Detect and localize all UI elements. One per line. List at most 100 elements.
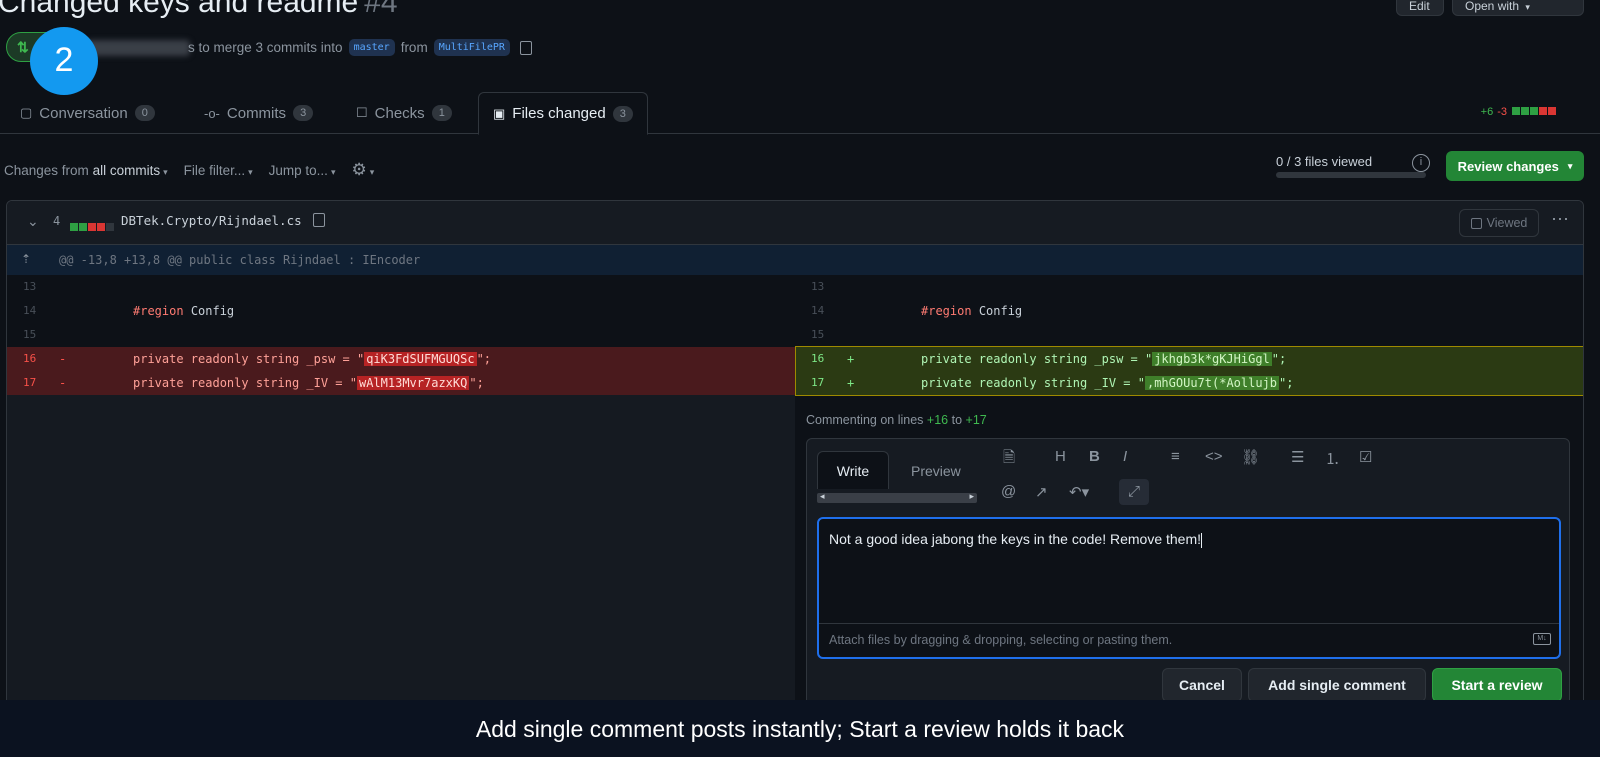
file-change-count: 4 bbox=[53, 214, 61, 228]
line-selection-highlight bbox=[795, 346, 1583, 396]
file-filter-label: File filter... bbox=[183, 162, 246, 178]
tab-commits[interactable]: -o- Commits 3 bbox=[190, 92, 327, 134]
region-keyword: #region bbox=[921, 304, 972, 318]
step-badge: 2 bbox=[30, 27, 98, 95]
code-icon[interactable]: <> bbox=[1205, 448, 1223, 465]
chevron-down-icon: ▾ bbox=[369, 167, 375, 177]
link-icon[interactable]: ⛓ bbox=[1241, 448, 1260, 466]
merge-text: s to merge 3 commits into bbox=[188, 40, 343, 55]
pr-title: Changed keys and readme #4 bbox=[0, 0, 398, 20]
pull-request-icon: ⇅ bbox=[17, 39, 29, 55]
file-diffstat-bars bbox=[69, 218, 114, 236]
italic-icon[interactable]: I bbox=[1123, 448, 1127, 465]
diff-line-right: 15 bbox=[795, 323, 1583, 347]
collapse-chevron-icon[interactable]: ⌄ bbox=[27, 213, 39, 230]
review-changes-label: Review changes bbox=[1457, 158, 1559, 174]
files-toolbar: Changes from all commits ▾ File filter...… bbox=[4, 160, 374, 180]
file-name[interactable]: DBTek.Crypto/Rijndael.cs bbox=[121, 213, 302, 228]
cancel-button[interactable]: Cancel bbox=[1162, 668, 1242, 702]
scroll-left-icon[interactable]: ◂ bbox=[820, 491, 825, 502]
tab-checks[interactable]: ☐ Checks 1 bbox=[342, 92, 466, 134]
settings-select[interactable]: ⚙ ▾ bbox=[351, 160, 374, 180]
add-single-comment-button[interactable]: Add single comment bbox=[1248, 668, 1426, 702]
quote-icon[interactable]: ≡ bbox=[1171, 448, 1180, 465]
bold-icon[interactable]: B bbox=[1089, 448, 1100, 465]
heading-file-icon[interactable]: 🗎 bbox=[1003, 447, 1015, 472]
line-number[interactable]: 13 bbox=[23, 280, 59, 293]
attach-hint[interactable]: Attach files by dragging & dropping, sel… bbox=[829, 633, 1172, 647]
diffstat: +6 -3 bbox=[1481, 106, 1556, 118]
expand-up-icon[interactable]: ⇡ bbox=[21, 252, 31, 266]
base-branch[interactable]: master bbox=[348, 39, 395, 56]
markdown-icon[interactable]: M↓ bbox=[1533, 633, 1551, 645]
code-text: private readonly string _psw = " bbox=[133, 352, 365, 366]
review-changes-button[interactable]: Review changes ▾ bbox=[1446, 151, 1584, 181]
info-icon[interactable]: i bbox=[1412, 154, 1430, 172]
code-text: Config bbox=[190, 304, 235, 318]
line-number[interactable]: 17 bbox=[23, 376, 59, 389]
diff-sign: - bbox=[59, 352, 67, 366]
line-number[interactable]: 15 bbox=[811, 328, 847, 341]
tab-files-changed[interactable]: ▣ Files changed 3 bbox=[478, 92, 648, 135]
checklist-icon: ☐ bbox=[356, 105, 368, 120]
heading-icon[interactable]: H bbox=[1055, 448, 1066, 465]
open-with-button[interactable]: Open with ▾ bbox=[1452, 0, 1584, 16]
changes-value: all commits bbox=[92, 162, 161, 178]
tab-count: 3 bbox=[612, 105, 633, 122]
to-text: to bbox=[951, 413, 963, 427]
numbered-list-icon[interactable]: ⒈ bbox=[1325, 448, 1340, 469]
code-text: "; bbox=[476, 352, 492, 366]
line-number[interactable]: 13 bbox=[811, 280, 847, 293]
diff-line-right: 13 bbox=[795, 275, 1583, 299]
task-list-icon[interactable]: ☑ bbox=[1359, 448, 1372, 466]
changes-from-select[interactable]: Changes from all commits ▾ bbox=[4, 163, 168, 178]
copy-icon[interactable] bbox=[313, 213, 325, 227]
line-number[interactable]: 14 bbox=[23, 304, 59, 317]
cross-reference-icon[interactable]: ↗ bbox=[1035, 483, 1048, 501]
mention-icon[interactable]: @ bbox=[1001, 483, 1016, 500]
open-with-label: Open with bbox=[1465, 0, 1520, 13]
code-text: Config bbox=[978, 304, 1023, 318]
line-number[interactable]: 14 bbox=[811, 304, 847, 317]
line-number[interactable]: 16 bbox=[23, 352, 59, 365]
bulleted-list-icon[interactable]: ☰ bbox=[1291, 448, 1304, 466]
jump-to-select[interactable]: Jump to... ▾ bbox=[269, 163, 336, 178]
tab-label: Conversation bbox=[39, 104, 128, 122]
viewed-checkbox[interactable]: Viewed bbox=[1459, 209, 1539, 237]
preview-tab[interactable]: Preview bbox=[911, 463, 961, 479]
undo-icon[interactable]: ↶▾ bbox=[1069, 483, 1089, 501]
kebab-menu-icon[interactable]: ⋯ bbox=[1551, 209, 1569, 230]
pr-tabs: ▢ Conversation 0 -o- Commits 3 ☐ Checks … bbox=[0, 92, 1600, 135]
scroll-right-icon[interactable]: ▸ bbox=[969, 491, 974, 502]
head-branch[interactable]: MultiFilePR bbox=[433, 39, 510, 56]
file-filter-select[interactable]: File filter... ▾ bbox=[184, 163, 253, 178]
comment-textarea[interactable]: Not a good idea jabong the keys in the c… bbox=[817, 517, 1561, 659]
commenting-prefix: Commenting on lines bbox=[806, 413, 924, 427]
from-text: from bbox=[400, 40, 428, 55]
toolbar-scrollbar[interactable]: ◂ ▸ bbox=[817, 491, 977, 503]
chevron-down-icon: ▾ bbox=[248, 166, 253, 177]
tab-conversation[interactable]: ▢ Conversation 0 bbox=[6, 92, 169, 134]
start-review-button[interactable]: Start a review bbox=[1432, 668, 1562, 702]
tab-label: Commits bbox=[226, 104, 287, 122]
diff-line-left: 13 bbox=[7, 275, 795, 299]
region-keyword: #region bbox=[133, 304, 184, 318]
additions-count: +6 bbox=[1480, 106, 1494, 118]
copy-icon[interactable] bbox=[519, 40, 532, 55]
diffstat-bars bbox=[1511, 106, 1556, 118]
merge-info: s to merge 3 commits into master from Mu… bbox=[188, 39, 532, 56]
caption-text: Add single comment posts instantly; Star… bbox=[475, 716, 1125, 742]
chevron-down-icon: ▾ bbox=[163, 166, 168, 177]
commit-icon: -o- bbox=[204, 105, 220, 121]
line-number[interactable]: 15 bbox=[23, 328, 59, 341]
diff-line-right: 14 #region Config bbox=[795, 299, 1583, 323]
comment-icon: ▢ bbox=[20, 105, 33, 120]
diff-line-deleted: 16 - private readonly string _psw = " qiK… bbox=[7, 347, 795, 371]
chevron-down-icon: ▾ bbox=[330, 166, 336, 177]
fullscreen-icon[interactable]: ⤢ bbox=[1119, 479, 1149, 505]
files-viewed-count: 0 / 3 files viewed bbox=[1276, 154, 1373, 169]
removed-value: wAlM13Mvr7azxKQ bbox=[356, 376, 470, 390]
edit-button[interactable]: Edit bbox=[1396, 0, 1444, 16]
code-text: "; bbox=[469, 376, 484, 390]
write-tab[interactable]: Write bbox=[817, 451, 889, 489]
